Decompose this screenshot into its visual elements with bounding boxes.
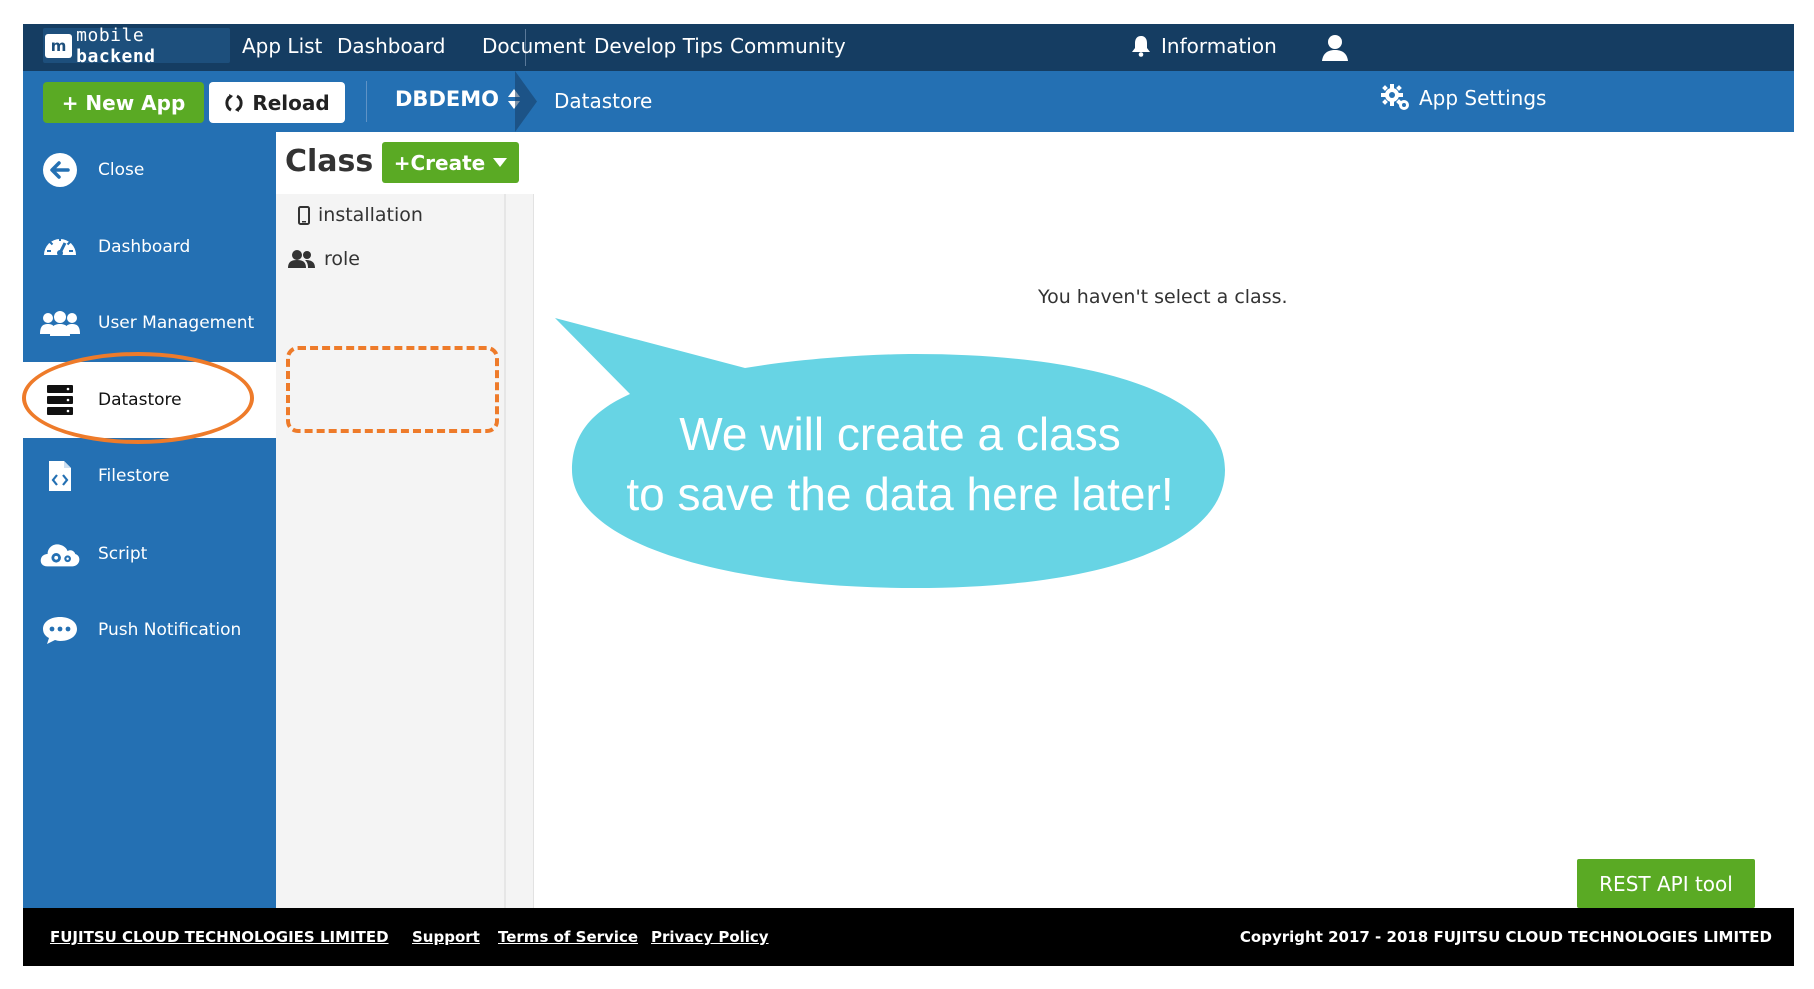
footer-company-link[interactable]: FUJITSU CLOUD TECHNOLOGIES LIMITED xyxy=(50,928,389,946)
sidebar-item-user-management[interactable]: User Management xyxy=(23,285,276,361)
sidebar: Close Dashboard User Management Datastor… xyxy=(23,132,276,908)
information-link[interactable]: Information xyxy=(1131,34,1277,58)
top-navbar: m mobile backend App List Dashboard Docu… xyxy=(23,24,1794,71)
datastore-highlight-ellipse xyxy=(22,352,254,444)
sidebar-item-filestore[interactable]: Filestore xyxy=(23,438,276,514)
nav-document[interactable]: Document xyxy=(482,34,586,58)
cloud-gear-icon xyxy=(40,534,80,574)
create-label: +Create xyxy=(393,150,486,175)
sidebar-item-label: Dashboard xyxy=(98,237,191,257)
chat-bubble-icon xyxy=(40,610,80,650)
app-settings-label: App Settings xyxy=(1419,86,1547,110)
sidebar-item-dashboard[interactable]: Dashboard xyxy=(23,209,276,285)
class-item-role[interactable]: role xyxy=(288,248,360,270)
callout-text: We will create a class to save the data … xyxy=(580,404,1220,524)
bell-icon xyxy=(1132,36,1150,57)
reload-button[interactable]: Reload xyxy=(209,82,345,123)
class-panel-title: Class xyxy=(285,144,374,179)
class-panel-header: Class +Create xyxy=(276,132,534,194)
gears-icon xyxy=(1381,84,1409,110)
sidebar-item-script[interactable]: Script xyxy=(23,516,276,592)
app-settings-button[interactable]: App Settings xyxy=(1381,84,1546,112)
users-icon xyxy=(40,303,80,343)
sidebar-item-label: Filestore xyxy=(98,466,170,486)
app-selector[interactable]: DBDEMO xyxy=(395,87,521,111)
footer-support-link[interactable]: Support xyxy=(412,928,480,946)
breadcrumb-chevron xyxy=(515,71,537,132)
sidebar-item-label: Close xyxy=(98,160,145,180)
information-label: Information xyxy=(1161,34,1277,58)
arrow-left-icon xyxy=(40,150,80,190)
sidebar-item-label: Push Notification xyxy=(98,620,242,640)
logo-text: mobile backend xyxy=(76,24,156,67)
new-class-placeholder-highlight xyxy=(286,346,499,433)
reload-icon xyxy=(225,93,243,112)
reload-label: Reload xyxy=(252,90,330,115)
toolbar-divider xyxy=(366,81,367,122)
footer: FUJITSU CLOUD TECHNOLOGIES LIMITED Suppo… xyxy=(23,908,1794,966)
gauge-icon xyxy=(40,227,80,267)
nav-community[interactable]: Community xyxy=(730,34,846,58)
class-item-installation[interactable]: installation xyxy=(298,204,423,226)
users-icon xyxy=(288,250,315,268)
sidebar-item-push-notification[interactable]: Push Notification xyxy=(23,592,276,668)
rest-api-tool-button[interactable]: REST API tool xyxy=(1577,859,1755,908)
nav-dashboard[interactable]: Dashboard xyxy=(337,34,446,58)
logo[interactable]: m mobile backend xyxy=(43,25,230,67)
phone-icon xyxy=(298,205,310,225)
app-name: DBDEMO xyxy=(395,87,499,111)
app-toolbar: + New App Reload DBDEMO Datastore App Se… xyxy=(23,71,1794,132)
nav-develop-tips[interactable]: Develop Tips xyxy=(594,34,723,58)
class-list: installation role xyxy=(276,194,506,908)
class-panel: Class +Create installation role xyxy=(276,132,534,908)
footer-copyright: Copyright 2017 - 2018 FUJITSU CLOUD TECH… xyxy=(1239,928,1772,946)
footer-terms-link[interactable]: Terms of Service xyxy=(498,928,638,946)
class-item-label: role xyxy=(324,248,360,270)
nav-app-list[interactable]: App List xyxy=(242,34,322,58)
empty-state-message: You haven't select a class. xyxy=(1038,286,1288,308)
sidebar-item-label: Script xyxy=(98,544,148,564)
breadcrumb-current: Datastore xyxy=(554,89,653,113)
file-code-icon xyxy=(40,456,80,496)
footer-privacy-link[interactable]: Privacy Policy xyxy=(651,928,769,946)
sidebar-item-close[interactable]: Close xyxy=(23,132,276,208)
callout-line-1: We will create a class xyxy=(679,408,1121,460)
caret-down-icon xyxy=(493,158,508,167)
class-item-label: installation xyxy=(318,204,423,226)
new-app-button[interactable]: + New App xyxy=(43,82,204,123)
user-icon[interactable] xyxy=(1320,33,1350,63)
sidebar-item-label: User Management xyxy=(98,313,255,333)
create-class-button[interactable]: +Create xyxy=(382,142,519,183)
callout-line-2: to save the data here later! xyxy=(626,468,1174,520)
logo-mark-icon: m xyxy=(45,33,73,58)
